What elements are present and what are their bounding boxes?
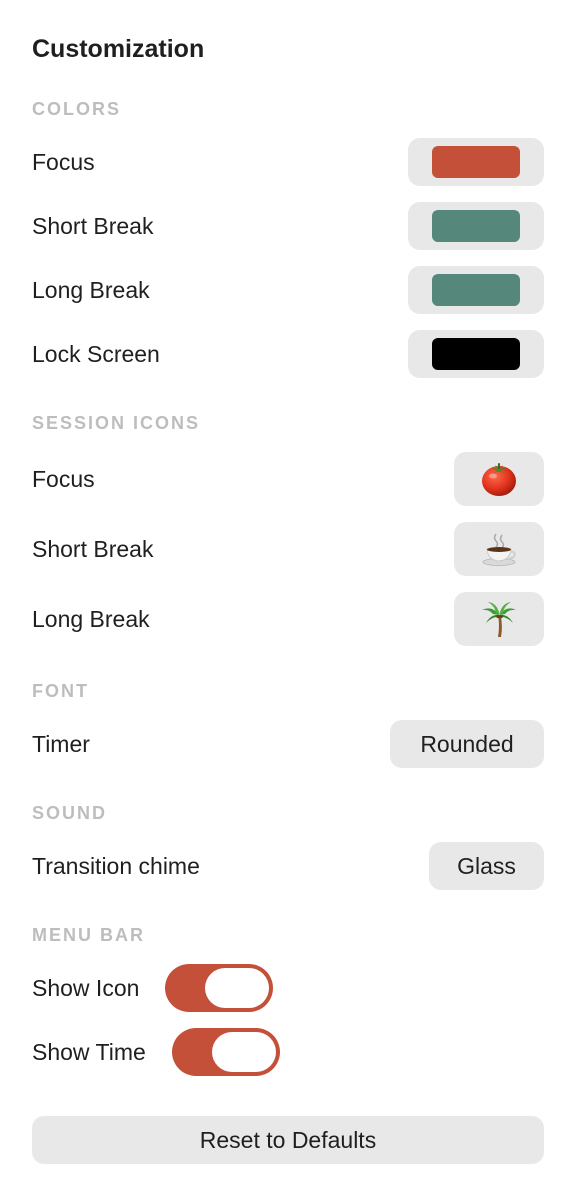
- color-short-break-button[interactable]: [408, 202, 544, 250]
- font-section-header: FONT: [32, 681, 89, 701]
- sound-chime-select[interactable]: Glass: [429, 842, 544, 890]
- sound-section-header: SOUND: [32, 803, 108, 823]
- color-long-break-swatch: [432, 274, 520, 306]
- session-icon-long-break-label: Long Break: [32, 606, 150, 632]
- color-long-break-label: Long Break: [32, 277, 150, 303]
- customization-panel: Customization COLORS Focus Short Break L…: [0, 0, 576, 1196]
- font-timer-select[interactable]: Rounded: [390, 720, 544, 768]
- show-time-label: Show Time: [32, 1039, 146, 1065]
- show-time-toggle[interactable]: [172, 1028, 280, 1076]
- tomato-icon: [482, 463, 516, 496]
- coffee-icon: [482, 533, 516, 566]
- menu-bar-section-header: MENU BAR: [32, 925, 145, 945]
- session-icon-short-break-button[interactable]: [454, 522, 544, 576]
- font-timer-label: Timer: [32, 731, 90, 757]
- session-icon-focus-label: Focus: [32, 466, 95, 492]
- session-icon-long-break-button[interactable]: [454, 592, 544, 646]
- session-icon-focus-button[interactable]: [454, 452, 544, 506]
- color-focus-swatch: [432, 146, 520, 178]
- color-focus-label: Focus: [32, 149, 95, 175]
- page-title: Customization: [32, 35, 205, 63]
- color-focus-button[interactable]: [408, 138, 544, 186]
- color-lock-screen-button[interactable]: [408, 330, 544, 378]
- session-icon-short-break-label: Short Break: [32, 536, 154, 562]
- colors-section-header: COLORS: [32, 99, 122, 119]
- show-time-toggle-knob: [212, 1032, 276, 1072]
- show-icon-toggle[interactable]: [165, 964, 273, 1012]
- sound-chime-label: Transition chime: [32, 853, 200, 879]
- color-short-break-swatch: [432, 210, 520, 242]
- palm-tree-icon: [482, 602, 516, 637]
- session-icons-section-header: SESSION ICONS: [32, 413, 201, 433]
- color-lock-screen-label: Lock Screen: [32, 341, 160, 367]
- color-lock-screen-swatch: [432, 338, 520, 370]
- color-short-break-label: Short Break: [32, 213, 154, 239]
- reset-to-defaults-button[interactable]: Reset to Defaults: [32, 1116, 544, 1164]
- show-icon-label: Show Icon: [32, 975, 140, 1001]
- show-icon-toggle-knob: [205, 968, 269, 1008]
- color-long-break-button[interactable]: [408, 266, 544, 314]
